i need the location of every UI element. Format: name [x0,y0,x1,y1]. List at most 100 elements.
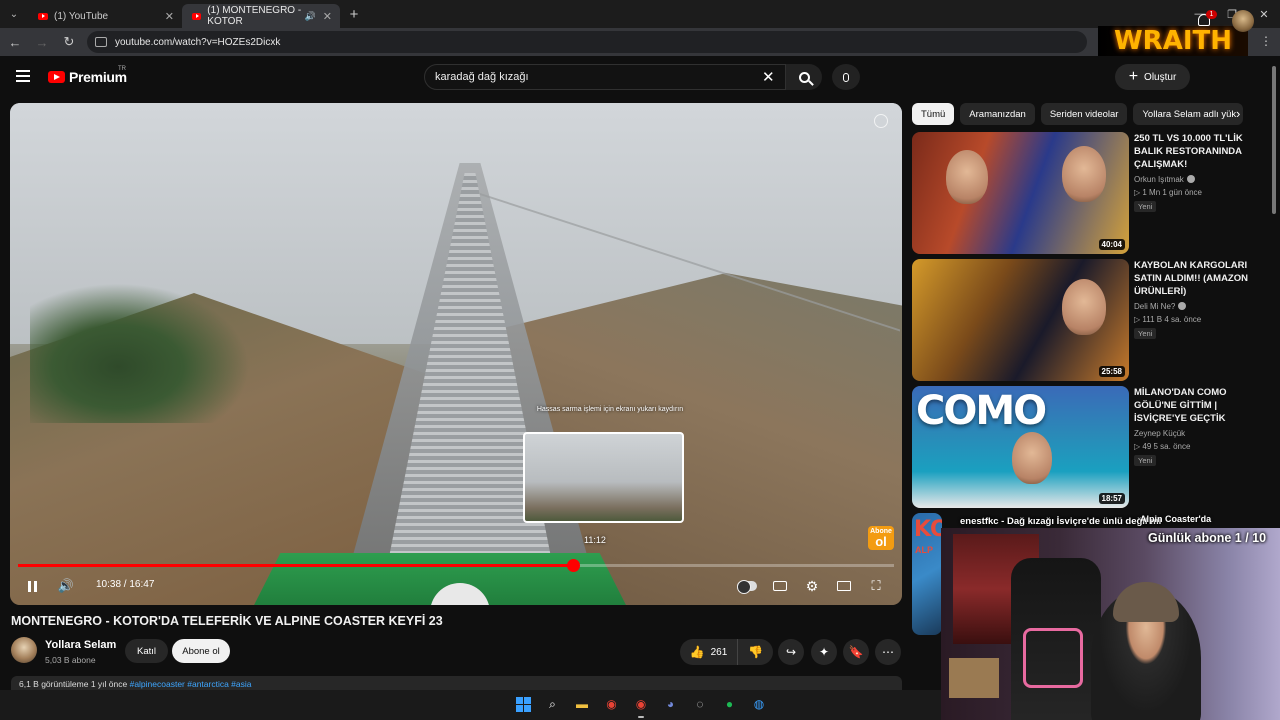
share-button[interactable]: ↪ [778,639,804,665]
rec-meta: ▷ 49 5 sa. önce [1134,442,1191,451]
volume-icon[interactable]: 🔊 [56,577,76,595]
rec-channel[interactable]: Deli Mi Ne? [1134,302,1187,311]
wraith-logo-text: WRAITH [1114,26,1232,56]
rec-title[interactable]: 250 TL VS 10.000 TL'LİK BALIK RESTORANIN… [1134,132,1252,171]
chat-overlay-message: enestfkc - Dağ kızağı İsviçre'de ünlü de… [960,516,1162,527]
recommended-video[interactable]: 40:04 250 TL VS 10.000 TL'LİK BALIK REST… [912,132,1252,254]
hamburger-menu-icon[interactable] [16,70,30,82]
chip-all[interactable]: Tümü [912,103,955,125]
duration-badge: 18:57 [1098,493,1125,504]
close-tab-icon[interactable]: ✕ [165,10,174,23]
rec-meta: ▷ 111 B 4 sa. önce [1134,315,1202,324]
url-input[interactable]: youtube.com/watch?v=HOZEs2Dicxk [87,31,1087,53]
forward-icon[interactable]: → [30,30,54,54]
voice-search-button[interactable] [832,64,860,90]
new-badge: Yeni [1134,201,1157,212]
progress-bar[interactable] [18,559,894,572]
dislike-button[interactable]: 👎 [738,645,773,659]
obs-icon[interactable]: ◌ [689,693,711,715]
chevron-right-icon[interactable]: › [1236,106,1240,121]
account-avatar[interactable] [1232,10,1254,32]
cardboard-box [949,658,999,698]
channel-name[interactable]: Yollara Selam [45,639,116,651]
notification-count-badge: 1 [1206,10,1217,19]
scrollbar-thumb[interactable] [1272,66,1276,214]
rec-meta: ▷ 1 Mn 1 gün önce [1134,188,1202,197]
subscribe-button[interactable]: Abone ol [172,639,230,663]
thumbnail-person [1062,146,1106,202]
theater-mode-icon[interactable] [836,577,852,595]
player-info-icon[interactable] [874,114,888,128]
rec-title[interactable]: KAYBOLAN KARGOLARI SATIN ALDIM!! (AMAZON… [1134,259,1252,298]
ask-ai-sparkle-button[interactable]: ✦ [811,639,837,665]
browser-menu-icon[interactable]: ⋮ [1260,34,1272,48]
browser-tab-video[interactable]: (1) MONTENEGRO - KOTOR 🔊 ✕ [182,4,340,28]
reload-icon[interactable]: ↻ [57,30,81,54]
description-box[interactable]: 6,1 B görüntüleme 1 yıl önce #alpinecoas… [11,676,902,690]
chat-overlay-message-2: Alpin Coaster'da [1140,514,1212,524]
youtube-favicon-icon [192,12,202,20]
new-badge: Yeni [1134,455,1157,466]
fullscreen-icon[interactable]: ⛶ [868,577,884,595]
globe-app-icon[interactable]: ◍ [748,693,770,715]
logo-region: TR [118,66,126,72]
tab-search-chevron-icon[interactable]: ⌄ [0,0,28,28]
video-thumbnail[interactable]: 40:04 [912,132,1129,254]
site-info-icon[interactable] [95,37,107,47]
thumbnail-person [1012,432,1052,484]
autoplay-toggle[interactable] [736,577,758,595]
search-input[interactable]: karadağ dağ kızağı [424,64,786,90]
chrome-icon[interactable]: ◉ [601,693,623,715]
video-player[interactable] [10,103,902,605]
taskbar-icons: ⌕ ▬ ◉ ◉ ◕ ◌ ● ◍ [512,693,778,718]
join-button[interactable]: Katıl [125,639,168,663]
daily-subscriber-counter: Günlük abone 1 / 10 [1148,531,1267,545]
search-button[interactable] [786,64,822,90]
new-tab-button[interactable]: + [340,0,368,28]
wraith-logo-overlay: WRAITH [1098,26,1248,56]
new-badge: Yeni [1134,328,1157,339]
search-icon[interactable]: ⌕ [542,693,564,715]
seek-preview-time: 11:12 [584,535,606,545]
clear-search-icon[interactable]: ✕ [762,68,775,86]
thumbs-up-icon: 👍 [689,645,705,659]
rec-channel-name: Deli Mi Ne? [1134,302,1176,311]
chrome-active-icon[interactable]: ◉ [630,693,652,718]
hashtags[interactable]: #alpinecoaster #antarctica #asia [130,679,252,689]
rec-channel[interactable]: Orkun Işıtmak [1134,175,1195,184]
more-options-button[interactable]: ⋯ [875,639,901,665]
file-explorer-icon[interactable]: ▬ [571,693,593,715]
video-thumbnail[interactable]: KO ALP [912,513,942,635]
subscribe-watermark-badge[interactable]: Abone ol [868,526,894,550]
current-time: 10:38 [96,579,122,590]
chip-channel-uploads[interactable]: Yollara Selam adlı yük [1133,103,1244,125]
video-thumbnail[interactable]: 25:58 [912,259,1129,381]
thumbnail-person [946,150,988,204]
seek-hint-text: Hassas sarma işlemi için ekranı yukarı k… [536,406,684,413]
channel-avatar[interactable] [11,637,37,663]
chip-series[interactable]: Seriden videolar [1040,103,1128,125]
save-bookmark-button[interactable]: 🔖 [843,639,869,665]
windows-start-icon[interactable] [512,693,534,715]
like-dislike-group: 👍 261 👎 [680,639,773,665]
spotify-icon[interactable]: ● [719,693,741,715]
back-icon[interactable]: ← [3,30,27,54]
create-button[interactable]: + Oluştur [1115,64,1190,90]
filter-chips: Tümü Aramanızdan Seriden videolar Yollar… [912,103,1249,125]
browser-tab-youtube[interactable]: (1) YouTube ✕ [28,4,182,28]
rec-channel[interactable]: Zeynep Küçük [1134,429,1185,438]
subtitles-icon[interactable] [772,577,788,595]
discord-icon[interactable]: ◕ [660,693,682,715]
pause-button[interactable] [24,577,40,595]
chip-from-search[interactable]: Aramanızdan [960,103,1035,125]
rec-title[interactable]: MİLANO'DAN COMO GÖLÜ'NE GİTTİM | İSVİÇRE… [1134,386,1252,425]
close-tab-icon[interactable]: ✕ [323,10,332,23]
youtube-premium-logo[interactable]: Premium TR [48,66,127,85]
settings-gear-icon[interactable]: ⚙ [804,577,820,595]
like-button[interactable]: 👍 261 [680,639,738,665]
recommended-video[interactable]: COMO 18:57 MİLANO'DAN COMO GÖLÜ'NE GİTTİ… [912,386,1252,508]
video-thumbnail[interactable]: COMO 18:57 [912,386,1129,508]
video-frame-trees [30,283,250,423]
recommended-video[interactable]: 25:58 KAYBOLAN KARGOLARI SATIN ALDIM!! (… [912,259,1252,381]
tab-audio-icon[interactable]: 🔊 [305,11,316,22]
